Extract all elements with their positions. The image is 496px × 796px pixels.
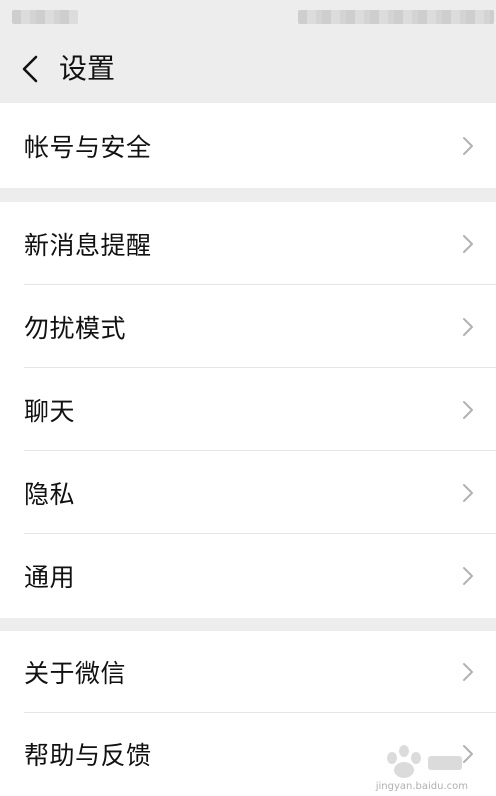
settings-item-privacy[interactable]: 隐私 (0, 451, 496, 534)
chevron-right-icon (463, 566, 473, 585)
status-bar-time-blurred (12, 10, 78, 24)
settings-item-label: 帐号与安全 (24, 132, 152, 162)
settings-item-label: 通用 (24, 562, 76, 592)
status-bar (0, 0, 496, 36)
settings-item-account-security[interactable]: 帐号与安全 (0, 103, 496, 188)
chevron-right-icon (463, 483, 473, 502)
settings-item-label: 新消息提醒 (24, 230, 152, 260)
settings-item-label: 关于微信 (24, 659, 127, 688)
settings-item-label: 帮助与反馈 (24, 741, 152, 770)
settings-item-about-wechat[interactable]: 关于微信 (0, 631, 496, 713)
settings-group-main: 新消息提醒 勿扰模式 聊天 隐私 通用 (0, 202, 496, 618)
chevron-right-icon (463, 663, 473, 681)
settings-item-chat[interactable]: 聊天 (0, 368, 496, 451)
settings-item-label: 聊天 (24, 396, 76, 426)
chevron-right-icon (463, 136, 473, 155)
chevron-right-icon (463, 234, 473, 253)
settings-item-general[interactable]: 通用 (0, 534, 496, 617)
chevron-left-icon (22, 55, 38, 83)
settings-item-label: 隐私 (24, 479, 76, 509)
settings-group-account: 帐号与安全 (0, 103, 496, 188)
chevron-right-icon (463, 400, 473, 419)
settings-item-new-message-alerts[interactable]: 新消息提醒 (0, 202, 496, 285)
watermark-text: jingyan.baidu.com (375, 781, 468, 792)
settings-item-label: 勿扰模式 (24, 313, 127, 343)
back-button[interactable] (10, 48, 50, 90)
chevron-right-icon (463, 317, 473, 336)
nav-bar: 设置 (0, 36, 496, 102)
status-bar-indicators-blurred (298, 10, 494, 24)
page-title: 设置 (59, 52, 116, 85)
baidu-paw-logo (387, 745, 462, 778)
settings-item-do-not-disturb[interactable]: 勿扰模式 (0, 285, 496, 368)
